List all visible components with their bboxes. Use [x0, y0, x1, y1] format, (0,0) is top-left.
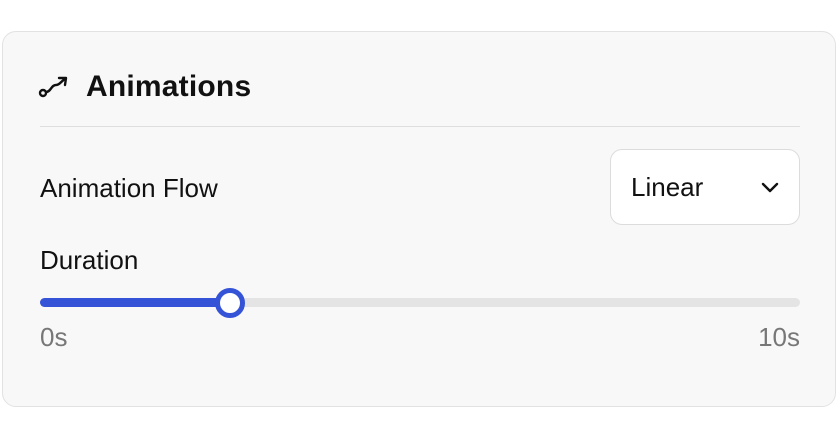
- chevron-down-icon: [759, 176, 781, 198]
- animation-flow-select[interactable]: Linear: [610, 149, 800, 225]
- duration-slider[interactable]: [40, 288, 800, 318]
- animation-flow-label: Animation Flow: [40, 173, 218, 203]
- curve-arrow-icon: [38, 71, 70, 103]
- slider-track-fill: [40, 298, 230, 307]
- panel-header: Animations: [38, 64, 251, 110]
- slider-min-label: 0s: [40, 322, 68, 352]
- header-divider: [40, 126, 800, 127]
- slider-thumb[interactable]: [215, 288, 245, 318]
- slider-max-label: 10s: [758, 322, 800, 352]
- duration-label: Duration: [40, 245, 139, 275]
- animation-flow-selected-value: Linear: [631, 171, 704, 202]
- panel-title: Animations: [86, 70, 252, 103]
